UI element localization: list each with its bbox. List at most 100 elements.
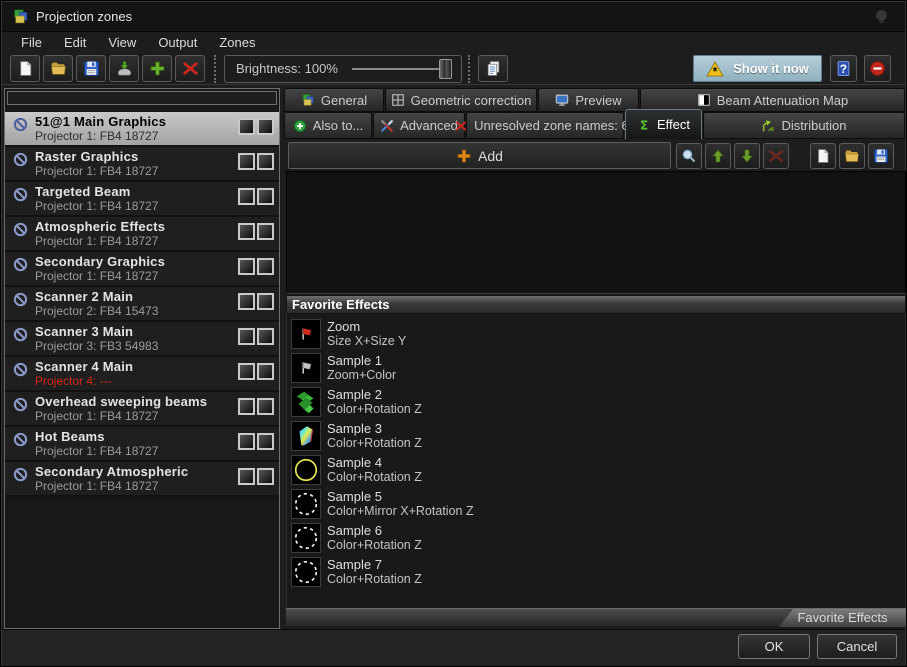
add-effect-button[interactable]: Add	[288, 142, 671, 169]
zone-toggle-box-2[interactable]	[257, 188, 274, 205]
zone-toggle-box-1[interactable]	[238, 258, 255, 275]
effect-stack-area[interactable]	[286, 171, 906, 294]
zone-toggle-box-2[interactable]	[257, 258, 274, 275]
new-effect-file-button[interactable]	[810, 143, 836, 169]
menu-edit[interactable]: Edit	[53, 32, 97, 53]
tab-favorite-effects[interactable]: Favorite Effects	[779, 609, 906, 627]
new-zone-file-button[interactable]	[10, 55, 40, 82]
zone-projector: Projector 1: FB4 18727	[35, 269, 158, 283]
save-effect-file-button[interactable]	[868, 143, 894, 169]
tab-advanced[interactable]: Advanced	[373, 112, 465, 139]
help-button[interactable]: ?	[830, 55, 857, 82]
menu-output[interactable]: Output	[147, 32, 208, 53]
tab-unresolved-zone-names-65[interactable]: Unresolved zone names: 65	[466, 112, 624, 139]
menu-file[interactable]: File	[10, 32, 53, 53]
zone-toggle-box-2[interactable]	[257, 433, 274, 450]
brightness-slider-handle[interactable]	[439, 59, 452, 79]
tab-general[interactable]: General	[284, 88, 384, 112]
ok-button[interactable]: OK	[738, 634, 810, 659]
zone-toggle-box-2[interactable]	[257, 328, 274, 345]
save-zone-file-button[interactable]	[76, 55, 106, 82]
prohibition-icon	[13, 257, 28, 272]
brightness-slider[interactable]	[352, 68, 450, 70]
zone-toggle-box-1[interactable]	[238, 468, 255, 485]
zone-name: Overhead sweeping beams	[35, 394, 207, 409]
favorite-effect-item[interactable]: Sample 4Color+Rotation Z	[287, 454, 905, 488]
open-effect-file-button[interactable]	[839, 143, 865, 169]
checkin-zones-button[interactable]	[109, 55, 139, 82]
zone-item[interactable]: Raster GraphicsProjector 1: FB4 18727	[5, 147, 279, 182]
tab-label: Advanced	[400, 118, 458, 133]
move-effect-up-button[interactable]	[705, 143, 731, 169]
search-effect-button[interactable]	[676, 143, 702, 169]
favorite-effect-item[interactable]: Sample 7Color+Rotation Z	[287, 556, 905, 590]
zone-item[interactable]: 51@1 Main GraphicsProjector 1: FB4 18727	[5, 112, 279, 147]
zone-item[interactable]: Atmospheric EffectsProjector 1: FB4 1872…	[5, 217, 279, 252]
zone-toggle-box-2[interactable]	[257, 363, 274, 380]
stop-icon	[869, 60, 886, 77]
show-it-now-button[interactable]: * Show it now	[693, 55, 822, 82]
dashed-circle-icon	[291, 489, 321, 519]
zone-toggle-box-1[interactable]	[238, 363, 255, 380]
add-zone-button[interactable]	[142, 55, 172, 82]
tools-icon	[380, 119, 394, 133]
dim-red-x-icon	[768, 148, 784, 164]
menu-zones[interactable]: Zones	[208, 32, 266, 53]
move-effect-down-button[interactable]	[734, 143, 760, 169]
zone-toggle-box-1[interactable]	[238, 153, 255, 170]
zone-toggle-box-2[interactable]	[257, 153, 274, 170]
copy-zones-button[interactable]	[478, 55, 508, 82]
zone-toggle-box-1[interactable]	[238, 293, 255, 310]
zone-toggle-box-1[interactable]	[238, 328, 255, 345]
zone-toggle-box-1[interactable]	[238, 223, 255, 240]
open-zone-file-button[interactable]	[43, 55, 73, 82]
menu-view[interactable]: View	[97, 32, 147, 53]
zone-toggle-box-2[interactable]	[257, 118, 274, 135]
tab-preview[interactable]: Preview	[538, 88, 639, 112]
favorite-effect-desc: Color+Rotation Z	[327, 470, 422, 484]
zone-toggle-box-1[interactable]	[238, 398, 255, 415]
zone-toggle-box-1[interactable]	[238, 433, 255, 450]
zone-item[interactable]: Scanner 3 MainProjector 3: FB3 54983	[5, 322, 279, 357]
zone-toggle-box-2[interactable]	[257, 398, 274, 415]
prohibition-icon	[13, 432, 28, 447]
tab-row-top: GeneralGeometric correctionPreviewBeam A…	[284, 88, 906, 112]
zone-toggle-box-2[interactable]	[257, 293, 274, 310]
cancel-button[interactable]: Cancel	[817, 634, 897, 659]
tab-effect[interactable]: ΣEffect	[625, 109, 702, 139]
favorite-effect-item[interactable]: Sample 1Zoom+Color	[287, 352, 905, 386]
tab-geometric-correction[interactable]: Geometric correction	[385, 88, 537, 112]
favorite-effect-item[interactable]: Sample 5Color+Mirror X+Rotation Z	[287, 488, 905, 522]
zone-item[interactable]: Scanner 4 MainProjector 4: ---	[5, 357, 279, 392]
zone-toggle-box-1[interactable]	[238, 118, 255, 135]
favorite-effect-item[interactable]: Sample 6Color+Rotation Z	[287, 522, 905, 556]
folder-icon	[844, 148, 860, 164]
zone-item[interactable]: Scanner 2 MainProjector 2: FB4 15473	[5, 287, 279, 322]
stop-output-button[interactable]	[864, 55, 891, 82]
zone-item[interactable]: Hot BeamsProjector 1: FB4 18727	[5, 427, 279, 462]
zone-toggle-box-2[interactable]	[257, 223, 274, 240]
zone-toggle-box-1[interactable]	[238, 188, 255, 205]
zone-item[interactable]: Secondary GraphicsProjector 1: FB4 18727	[5, 252, 279, 287]
favorite-effect-item[interactable]: ZoomSize X+Size Y	[287, 318, 905, 352]
tab-also-to[interactable]: Also to...	[284, 112, 372, 139]
favorites-tab-strip: Favorite Effects	[286, 608, 906, 626]
zone-toggle-boxes	[238, 188, 274, 205]
zone-item[interactable]: Secondary AtmosphericProjector 1: FB4 18…	[5, 462, 279, 497]
zone-projector: Projector 3: FB3 54983	[35, 339, 158, 353]
favorite-effect-item[interactable]: Sample 3Color+Rotation Z	[287, 420, 905, 454]
zone-item[interactable]: Targeted BeamProjector 1: FB4 18727	[5, 182, 279, 217]
zone-name: Scanner 2 Main	[35, 289, 133, 304]
zone-toggle-box-2[interactable]	[257, 468, 274, 485]
favorite-effect-item[interactable]: Sample 2Color+Rotation Z	[287, 386, 905, 420]
delete-effect-button[interactable]	[763, 143, 789, 169]
zone-name: Raster Graphics	[35, 149, 138, 164]
tab-distribution[interactable]: Distribution	[703, 112, 905, 139]
zone-name: Secondary Atmospheric	[35, 464, 188, 479]
zone-item[interactable]: Overhead sweeping beamsProjector 1: FB4 …	[5, 392, 279, 427]
favorite-effect-name: Sample 7	[327, 557, 382, 572]
zone-toggle-boxes	[238, 293, 274, 310]
tab-label: Distribution	[781, 118, 846, 133]
favorite-effect-desc: Zoom+Color	[327, 368, 396, 382]
delete-zone-button[interactable]	[175, 55, 205, 82]
